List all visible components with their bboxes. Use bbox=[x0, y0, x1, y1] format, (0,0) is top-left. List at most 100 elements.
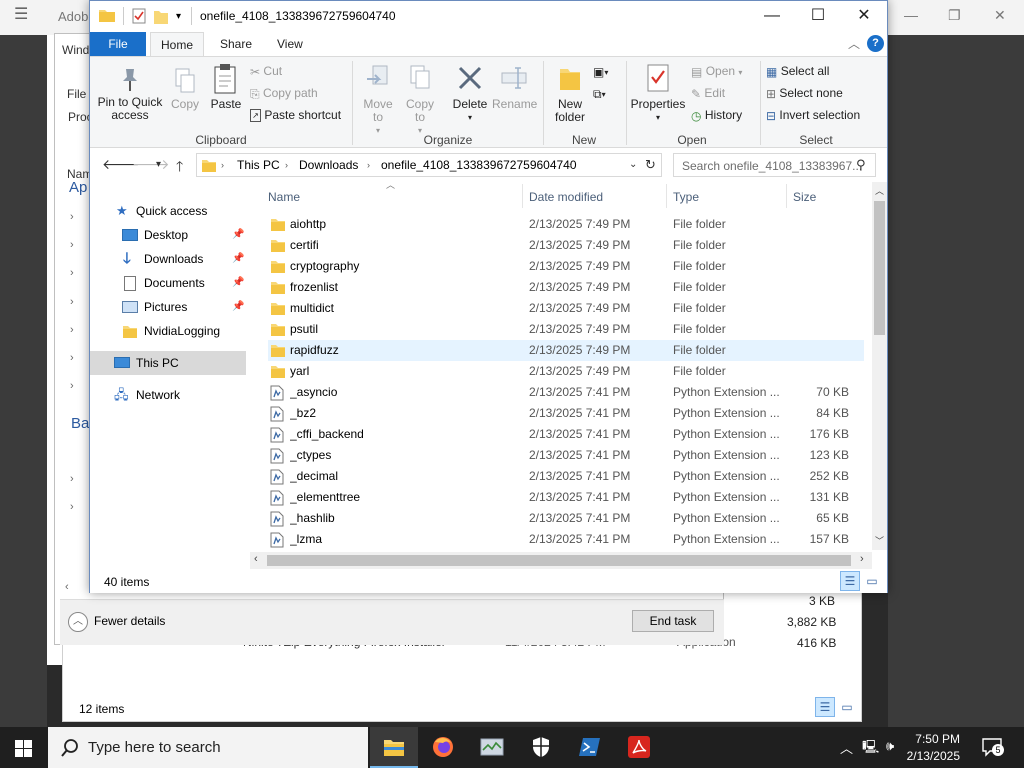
file-row[interactable]: yarl 2/13/2025 7:49 PM File folder bbox=[268, 361, 864, 382]
nav-downloads[interactable]: 🡓 Downloads 📌 bbox=[90, 247, 250, 271]
pin-icon[interactable]: 📌 bbox=[232, 247, 244, 271]
file-row[interactable]: _asyncio 2/13/2025 7:41 PM Python Extensio… bbox=[268, 382, 864, 403]
file-row[interactable]: rapidfuzz 2/13/2025 7:49 PM File folder bbox=[268, 340, 864, 361]
new-folder-qat-icon[interactable] bbox=[154, 8, 168, 27]
copy-button[interactable]: Copy bbox=[168, 67, 202, 111]
nav-desktop[interactable]: Desktop 📌 bbox=[90, 223, 250, 247]
pin-icon[interactable]: 📌 bbox=[232, 223, 244, 247]
edit-button[interactable]: ✎ Edit bbox=[691, 83, 725, 103]
properties-check-icon[interactable] bbox=[132, 8, 146, 27]
bg-details-view-icon[interactable]: ☰ bbox=[815, 697, 835, 717]
file-row[interactable]: psutil 2/13/2025 7:49 PM File folder bbox=[268, 319, 864, 340]
address-dropdown-icon[interactable]: ⌄ bbox=[629, 159, 637, 170]
pin-icon[interactable]: 📌 bbox=[232, 271, 244, 295]
search-input[interactable]: Search onefile_4108_13383967... ⚲ bbox=[673, 153, 876, 177]
horizontal-scrollbar[interactable]: ‹ › bbox=[250, 552, 872, 569]
copy-to-button[interactable]: Copy to ▾ bbox=[400, 63, 440, 137]
refresh-icon[interactable]: ↻ bbox=[645, 157, 656, 173]
column-header-name[interactable]: Name bbox=[268, 184, 300, 208]
help-icon[interactable]: ? bbox=[867, 35, 884, 52]
chevron-up-icon[interactable]: ︿ bbox=[68, 612, 88, 632]
notifications-button[interactable]: 5 bbox=[982, 737, 1004, 757]
properties-button[interactable]: Properties ▾ bbox=[630, 63, 686, 124]
file-row[interactable]: _ctypes 2/13/2025 7:41 PM Python Extension… bbox=[268, 445, 864, 466]
start-button[interactable] bbox=[0, 727, 48, 768]
history-button[interactable]: ◷ History bbox=[691, 105, 742, 125]
invert-selection-button[interactable]: ⊟ Invert selection bbox=[766, 105, 860, 125]
taskbar-search[interactable]: Type here to search bbox=[48, 727, 368, 768]
restore-icon[interactable]: ❐ bbox=[948, 7, 961, 24]
file-row[interactable]: _decimal 2/13/2025 7:41 PM Python Extensio… bbox=[268, 466, 864, 487]
taskbar-acrobat[interactable] bbox=[615, 727, 663, 768]
bg-tiles-view-icon[interactable]: ▭ bbox=[837, 697, 857, 717]
file-row[interactable]: _lzma 2/13/2025 7:41 PM Python Extension .… bbox=[268, 529, 864, 550]
show-hidden-icons-chevron-icon[interactable]: ︿ bbox=[840, 738, 853, 757]
taskbar-file-explorer[interactable] bbox=[370, 727, 418, 768]
file-row[interactable]: certifi 2/13/2025 7:49 PM File folder bbox=[268, 235, 864, 256]
vertical-scroll-thumb[interactable] bbox=[874, 201, 885, 335]
vertical-scrollbar[interactable]: ︿ ﹀ bbox=[872, 182, 887, 550]
horizontal-scroll-thumb[interactable] bbox=[267, 555, 851, 566]
expand-chevron-icon[interactable]: › bbox=[70, 324, 74, 336]
close-icon[interactable]: ✕ bbox=[841, 1, 887, 31]
close-icon[interactable]: ✕ bbox=[994, 7, 1006, 24]
rename-button[interactable]: Rename bbox=[492, 63, 537, 111]
tab-home[interactable]: Home bbox=[150, 32, 205, 56]
nav-nvidialogging[interactable]: NvidiaLogging bbox=[90, 319, 250, 343]
column-header-type[interactable]: Type bbox=[673, 184, 699, 208]
nav-this-pc[interactable]: This PC bbox=[90, 351, 246, 375]
file-row[interactable]: _elementtree 2/13/2025 7:41 PM Python Exte… bbox=[268, 487, 864, 508]
clock-date[interactable]: 2/13/2025 bbox=[880, 749, 960, 763]
large-icons-view-icon[interactable]: ▭ bbox=[862, 571, 882, 591]
paste-shortcut-button[interactable]: ↗ Paste shortcut bbox=[250, 105, 341, 125]
clock-time[interactable]: 7:50 PM bbox=[880, 732, 960, 746]
nav-pictures[interactable]: Pictures 📌 bbox=[90, 295, 250, 319]
scroll-up-icon[interactable]: ︿ bbox=[875, 184, 884, 197]
pin-icon[interactable]: 📌 bbox=[232, 295, 244, 319]
scroll-left-icon[interactable]: ‹ bbox=[254, 553, 258, 565]
tab-file[interactable]: File bbox=[90, 32, 146, 56]
expand-chevron-icon[interactable]: › bbox=[70, 239, 74, 251]
expand-chevron-icon[interactable]: › bbox=[70, 296, 74, 308]
details-view-icon[interactable]: ☰ bbox=[840, 571, 860, 591]
expand-chevron-icon[interactable]: › bbox=[70, 267, 74, 279]
copy-path-button[interactable]: ⎘ Copy path bbox=[250, 83, 318, 103]
nav-network[interactable]: 🖧 Network bbox=[90, 383, 250, 407]
scroll-right-icon[interactable]: › bbox=[860, 553, 864, 565]
new-item-button[interactable]: ▣▾ bbox=[593, 61, 608, 81]
new-folder-button[interactable]: New folder bbox=[550, 63, 590, 124]
minimize-icon[interactable]: — bbox=[904, 7, 918, 23]
taskbar-powershell[interactable] bbox=[566, 727, 614, 768]
file-row[interactable]: aiohttp 2/13/2025 7:49 PM File folder bbox=[268, 214, 864, 235]
expand-chevron-icon[interactable]: › bbox=[70, 473, 74, 485]
minimize-icon[interactable]: — bbox=[749, 1, 795, 31]
file-row[interactable]: _bz2 2/13/2025 7:41 PM Python Extension ..… bbox=[268, 403, 864, 424]
cut-button[interactable]: ✂ Cut bbox=[250, 61, 282, 81]
file-row[interactable]: cryptography 2/13/2025 7:49 PM File folder bbox=[268, 256, 864, 277]
end-task-button[interactable]: End task bbox=[632, 610, 714, 632]
fewer-details-link[interactable]: Fewer details bbox=[94, 614, 165, 628]
address-bar[interactable]: › This PC › Downloads › onefile_4108_133… bbox=[196, 153, 662, 177]
forward-arrow-icon[interactable]: 🡒 bbox=[132, 156, 170, 173]
select-none-button[interactable]: ⊞ Select none bbox=[766, 83, 843, 103]
maximize-icon[interactable]: ☐ bbox=[795, 1, 841, 31]
breadcrumb-this-pc[interactable]: This PC bbox=[237, 158, 280, 172]
file-row[interactable]: frozenlist 2/13/2025 7:49 PM File folder bbox=[268, 277, 864, 298]
taskbar-windows-security[interactable] bbox=[517, 727, 565, 768]
recent-locations-icon[interactable]: ▾ bbox=[156, 159, 161, 170]
nav-quick-access[interactable]: ★ Quick access bbox=[90, 199, 250, 223]
file-row[interactable]: multidict 2/13/2025 7:49 PM File folder bbox=[268, 298, 864, 319]
collapse-ribbon-icon[interactable]: ︿ bbox=[848, 35, 860, 52]
customize-qat-icon[interactable]: ▾ bbox=[176, 11, 181, 22]
scroll-down-icon[interactable]: ﹀ bbox=[875, 534, 884, 547]
breadcrumb-current-folder[interactable]: onefile_4108_133839672759604740 bbox=[381, 158, 577, 172]
taskbar-task-manager[interactable] bbox=[468, 727, 516, 768]
scroll-left-icon[interactable]: ‹ bbox=[65, 581, 69, 593]
expand-chevron-icon[interactable]: › bbox=[70, 211, 74, 223]
select-all-button[interactable]: ▦ Select all bbox=[766, 61, 829, 81]
hamburger-menu-icon[interactable]: ☰ bbox=[14, 7, 30, 23]
expand-chevron-icon[interactable]: › bbox=[70, 352, 74, 364]
tab-share[interactable]: Share bbox=[210, 32, 262, 56]
column-header-size[interactable]: Size bbox=[793, 184, 816, 208]
delete-button[interactable]: Delete ▾ bbox=[448, 63, 492, 124]
